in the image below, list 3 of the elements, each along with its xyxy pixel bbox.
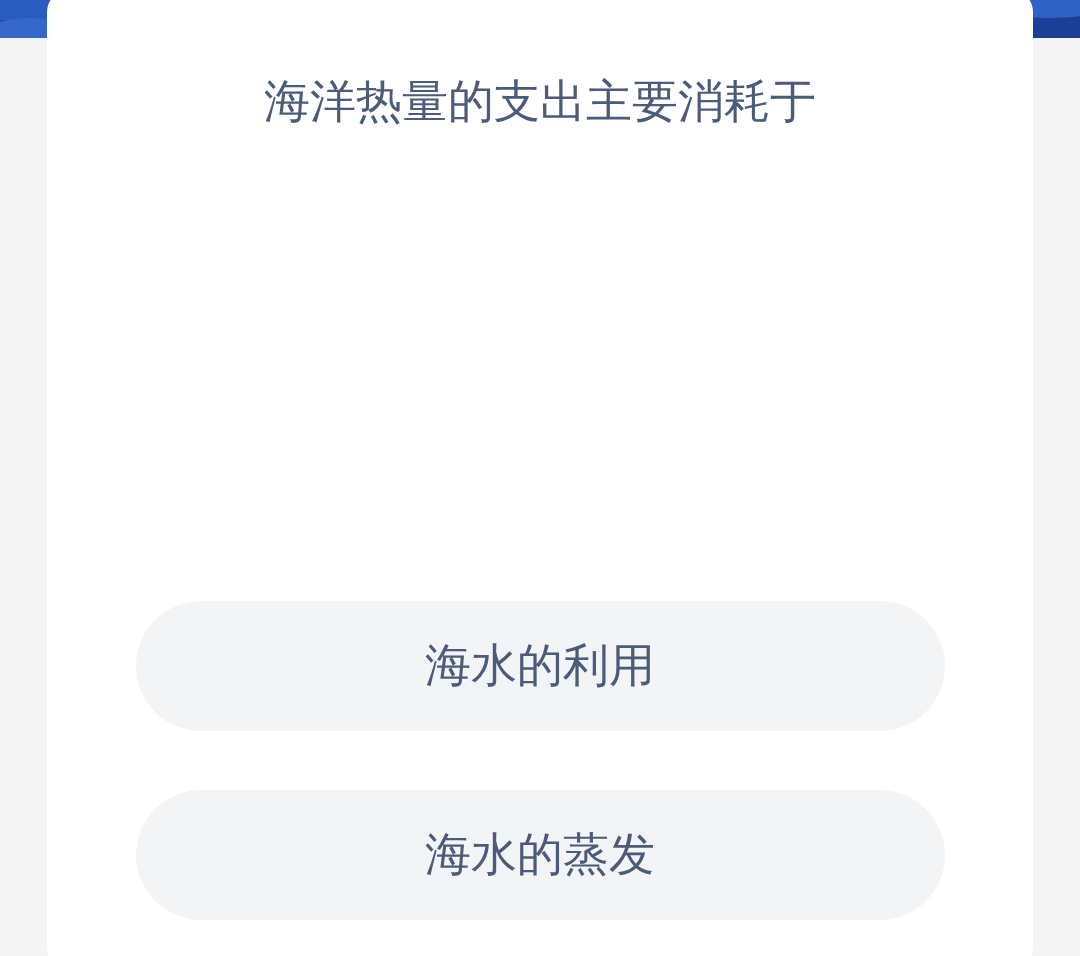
- answer-option[interactable]: 海水的利用: [135, 601, 945, 731]
- answer-option[interactable]: 海水的蒸发: [135, 790, 945, 920]
- question-text: 海洋热量的支出主要消耗于: [263, 74, 817, 129]
